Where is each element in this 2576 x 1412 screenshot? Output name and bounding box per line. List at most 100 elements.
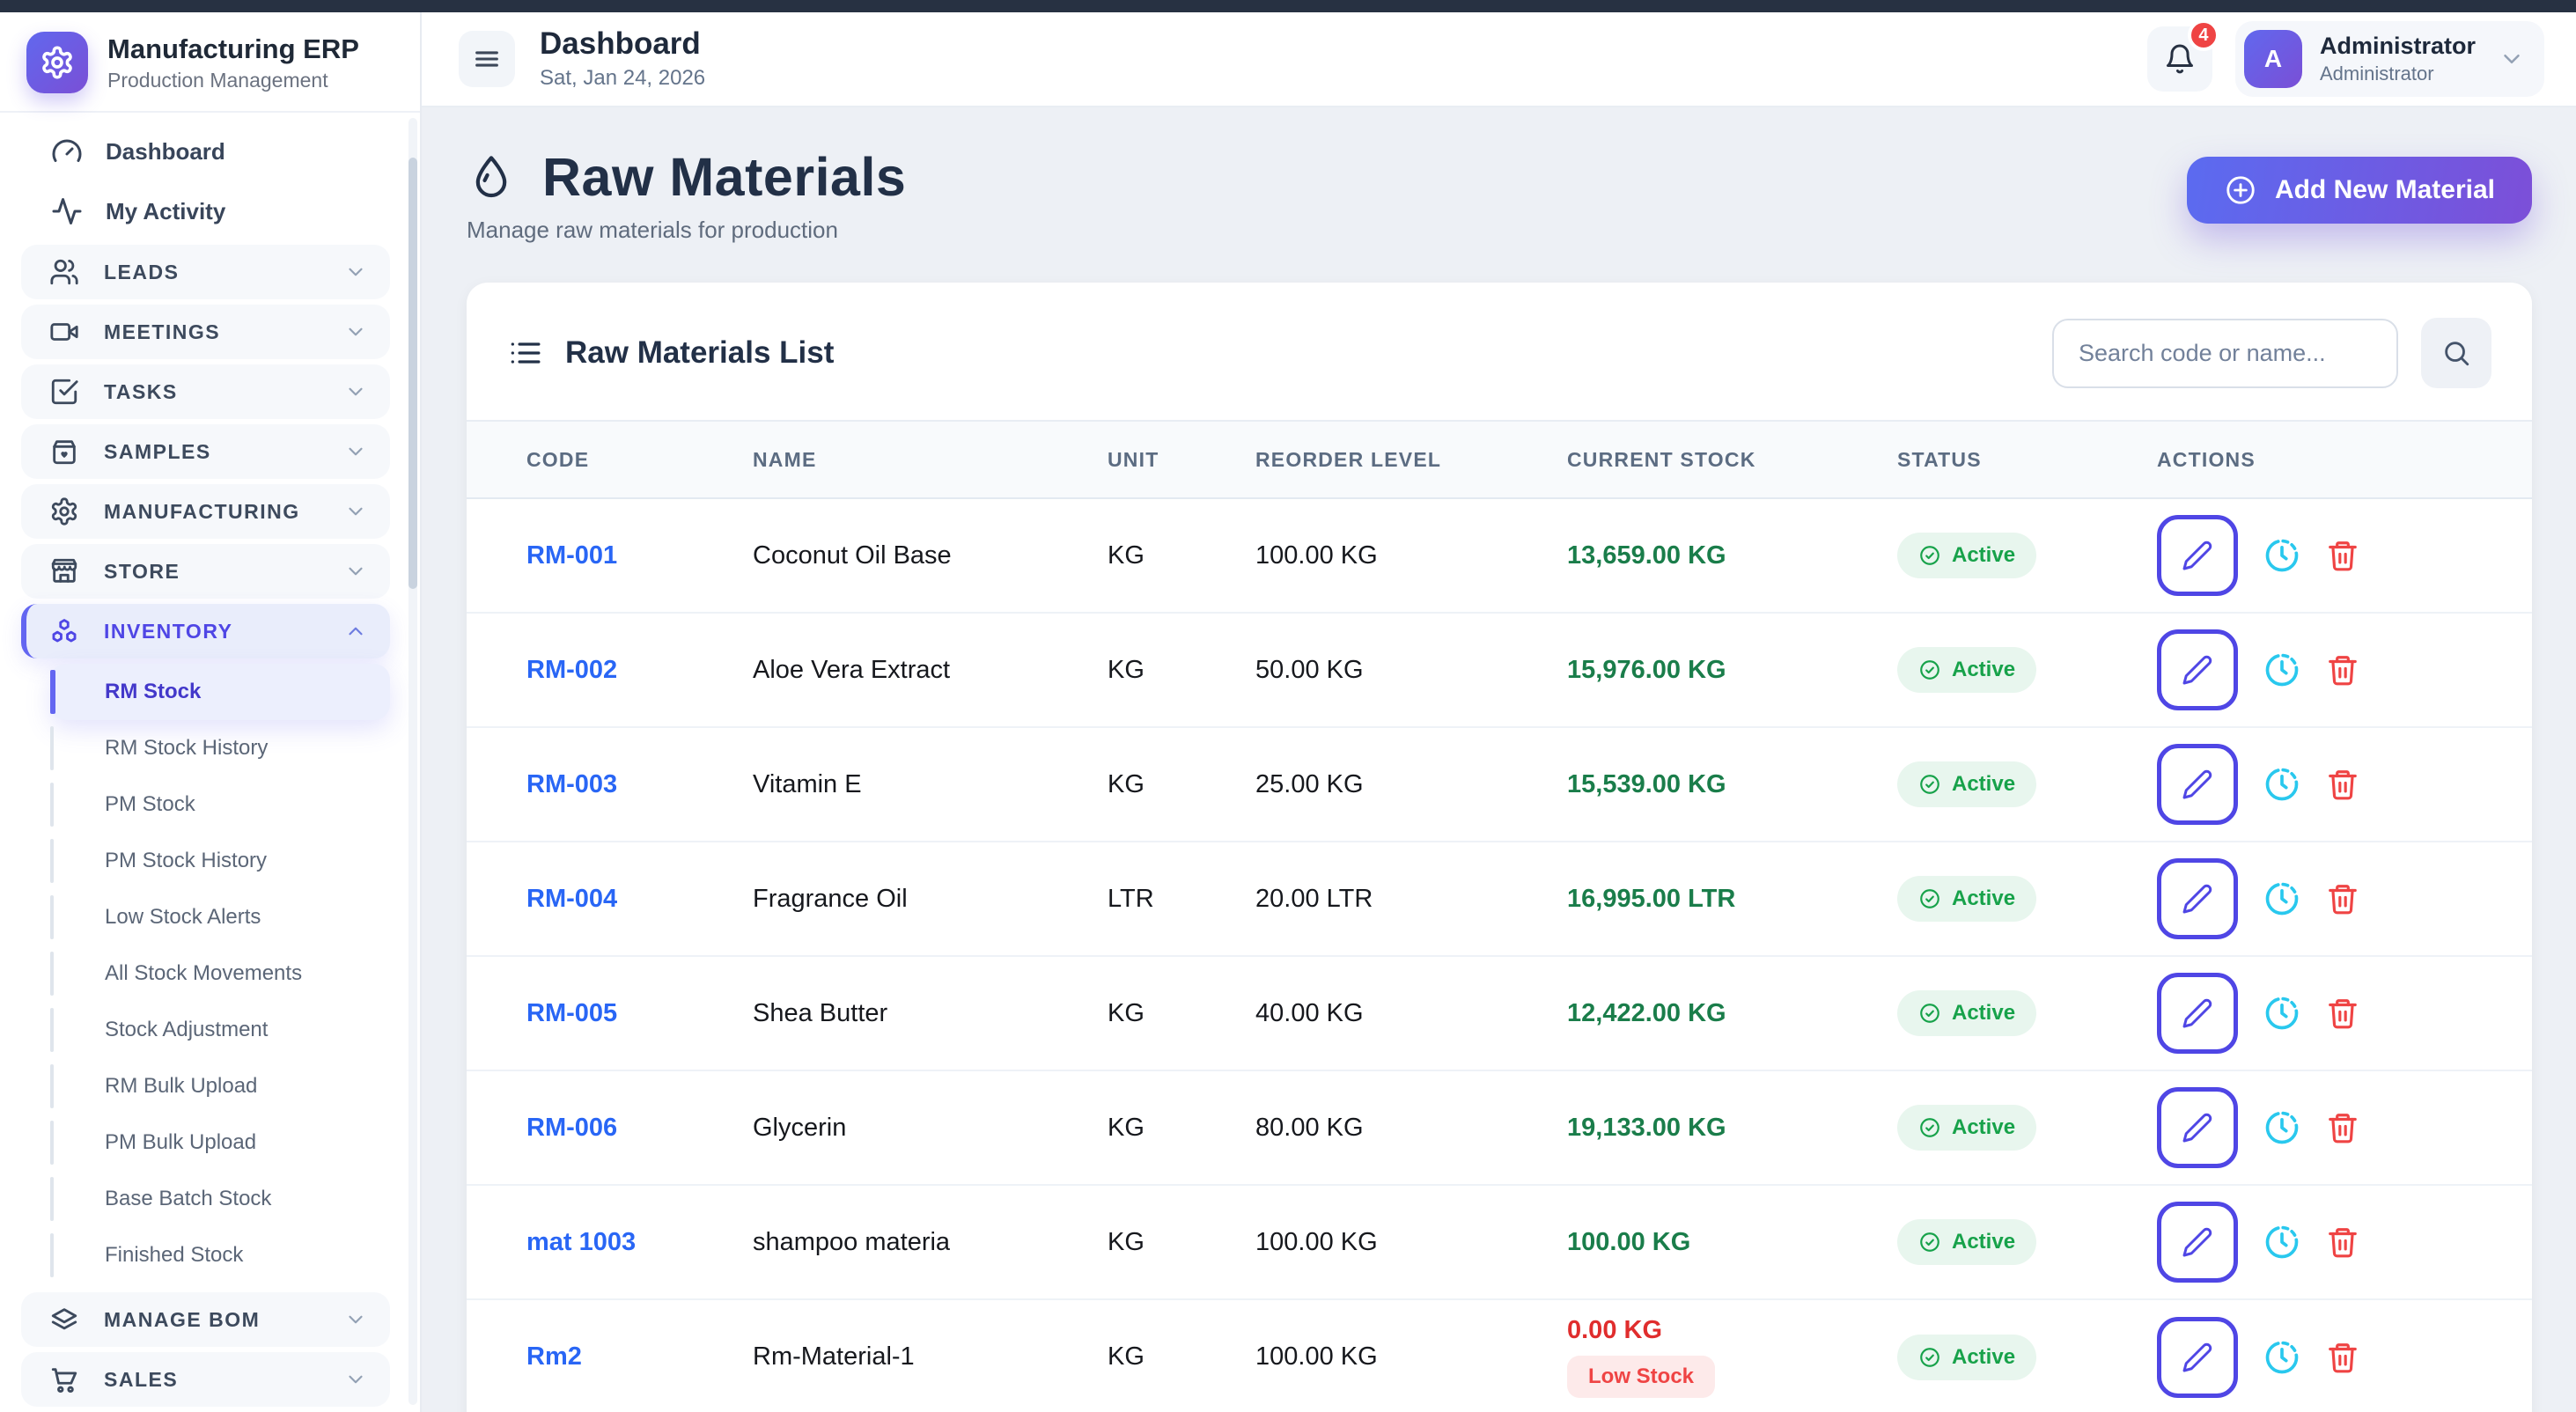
search-button[interactable] [2421,318,2491,388]
history-button[interactable] [2263,765,2301,804]
history-button[interactable] [2263,536,2301,575]
subitem-pm-stock[interactable]: PM Stock [50,776,390,833]
subitem-all-stock-movements[interactable]: All Stock Movements [50,945,390,1002]
material-code-link[interactable]: RM-005 [526,999,617,1028]
material-code-link[interactable]: RM-006 [526,1114,617,1143]
subitem-label: PM Bulk Upload [105,1130,256,1155]
edit-button[interactable] [2157,1317,2238,1398]
history-button[interactable] [2263,994,2301,1033]
bell-icon [2164,43,2196,75]
delete-button[interactable] [2326,996,2359,1030]
subitem-label: PM Stock [105,792,195,817]
sidebar-section-sales[interactable]: SALES [21,1352,390,1407]
plus-circle-icon [2224,173,2257,207]
delete-button[interactable] [2326,539,2359,572]
column-header-status: STATUS [1897,421,2157,498]
brand-subtitle: Production Management [107,69,359,92]
edit-button[interactable] [2157,515,2238,596]
sidebar-section-tasks[interactable]: TASKS [21,364,390,419]
sidebar-section-inventory[interactable]: INVENTORY [21,604,390,658]
edit-button[interactable] [2157,1087,2238,1168]
status-badge: Active [1897,761,2036,807]
sidebar-section-store[interactable]: STORE [21,544,390,599]
pencil-icon [2182,654,2213,686]
chevron-down-icon [2499,46,2525,72]
notifications-button[interactable]: 4 [2147,26,2212,92]
edit-button[interactable] [2157,1202,2238,1283]
page-content: Raw Materials Manage raw materials for p… [422,107,2576,1412]
history-button[interactable] [2263,879,2301,918]
edit-button[interactable] [2157,973,2238,1054]
material-code-link[interactable]: RM-001 [526,541,617,570]
pencil-icon [2182,1226,2213,1258]
sidebar-section-samples[interactable]: SAMPLES [21,424,390,479]
chevron-down-icon [344,1368,367,1391]
delete-button[interactable] [2326,882,2359,916]
user-name: Administrator [2320,33,2476,60]
pencil-icon [2182,997,2213,1029]
material-code-link[interactable]: RM-003 [526,770,617,799]
pencil-icon [2182,1342,2213,1373]
history-button[interactable] [2263,1223,2301,1261]
edit-button[interactable] [2157,629,2238,710]
edit-button[interactable] [2157,858,2238,939]
user-role: Administrator [2320,63,2476,85]
sidebar-item-dashboard[interactable]: Dashboard [21,121,390,181]
sidebar: Manufacturing ERP Production Management … [0,12,422,1412]
history-button[interactable] [2263,1108,2301,1147]
material-code-link[interactable]: mat 1003 [526,1228,636,1257]
delete-button[interactable] [2326,1111,2359,1144]
sidebar-item-label: My Activity [106,198,225,225]
history-button[interactable] [2263,651,2301,689]
sidebar-nav: Dashboard My Activity LEADS MEETINGS [0,113,420,1412]
subitem-low-stock-alerts[interactable]: Low Stock Alerts [50,889,390,945]
trash-icon [2326,996,2359,1030]
history-button[interactable] [2263,1338,2301,1377]
current-stock: 16,995.00 LTR [1567,885,1735,913]
subitem-rm-stock-history[interactable]: RM Stock History [50,720,390,776]
user-menu[interactable]: A Administrator Administrator [2235,21,2544,97]
sidebar-section-leads[interactable]: LEADS [21,245,390,299]
section-label: INVENTORY [104,620,232,643]
edit-button[interactable] [2157,744,2238,825]
subitem-base-batch-stock[interactable]: Base Batch Stock [50,1171,390,1227]
delete-button[interactable] [2326,653,2359,687]
sidebar-item-my-activity[interactable]: My Activity [21,181,390,241]
current-stock: 15,976.00 KG [1567,656,1726,684]
check-circle-icon [1918,1002,1941,1025]
material-code-link[interactable]: Rm2 [526,1342,582,1372]
subitem-label: RM Stock [105,680,201,704]
store-icon [49,556,79,586]
table-row: RM-001 Coconut Oil Base KG 100.00 KG 13,… [467,498,2532,613]
app-root: Manufacturing ERP Production Management … [0,0,2576,1412]
avatar: A [2244,30,2302,88]
material-unit: KG [1108,613,1255,727]
material-code-link[interactable]: RM-002 [526,656,617,685]
subitem-pm-bulk-upload[interactable]: PM Bulk Upload [50,1114,390,1171]
table-row: RM-005 Shea Butter KG 40.00 KG 12,422.00… [467,956,2532,1070]
delete-button[interactable] [2326,1341,2359,1374]
search-input[interactable] [2052,319,2398,388]
delete-button[interactable] [2326,768,2359,801]
clock-icon [2263,765,2301,804]
subitem-rm-stock[interactable]: RM Stock [50,664,390,720]
sidebar-section-manage-bom[interactable]: MANAGE BOM [21,1292,390,1347]
gear-icon [49,496,79,526]
subitem-stock-adjustment[interactable]: Stock Adjustment [50,1002,390,1058]
clock-icon [2263,994,2301,1033]
section-label: MANUFACTURING [104,500,300,524]
subitem-finished-stock[interactable]: Finished Stock [50,1227,390,1283]
sidebar-scrollbar-thumb[interactable] [408,158,417,589]
hamburger-icon [472,44,502,74]
delete-button[interactable] [2326,1225,2359,1259]
material-code-link[interactable]: RM-004 [526,885,617,914]
subitem-rm-bulk-upload[interactable]: RM Bulk Upload [50,1058,390,1114]
activity-icon [51,195,83,227]
sidebar-toggle-button[interactable] [459,31,515,87]
material-name: shampoo materia [753,1185,1108,1299]
sidebar-section-meetings[interactable]: MEETINGS [21,305,390,359]
add-new-material-button[interactable]: Add New Material [2187,157,2532,224]
subitem-pm-stock-history[interactable]: PM Stock History [50,833,390,889]
sidebar-section-manufacturing[interactable]: MANUFACTURING [21,484,390,539]
chevron-up-icon [344,620,367,643]
